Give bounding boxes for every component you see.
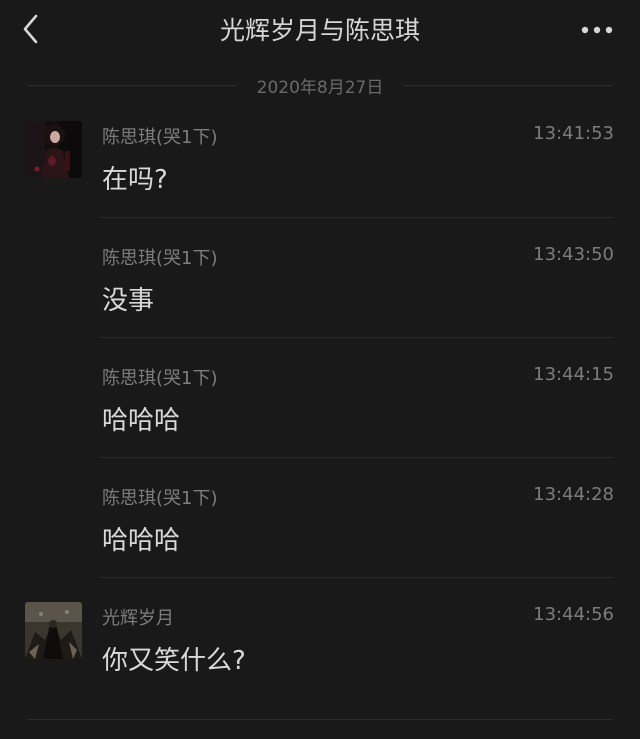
bottom-divider <box>27 719 613 720</box>
message-time: 13:41:53 <box>533 123 614 144</box>
divider-line <box>403 85 613 86</box>
message-separator <box>100 577 613 578</box>
chevron-left-icon <box>23 14 38 44</box>
sender-name: 陈思琪(哭1下) <box>102 488 218 509</box>
back-button[interactable] <box>14 12 50 48</box>
avatar[interactable] <box>25 121 82 178</box>
message-separator <box>100 217 613 218</box>
more-dots-icon <box>581 26 613 34</box>
message-separator <box>100 337 613 338</box>
message-item[interactable]: 陈思琪(哭1下) 13:43:50 没事 <box>0 242 640 338</box>
sender-name: 陈思琪(哭1下) <box>102 127 218 148</box>
more-button[interactable] <box>578 16 618 44</box>
message-text: 你又笑什么? <box>102 646 246 676</box>
message-text: 哈哈哈 <box>102 526 181 556</box>
message-time: 13:44:56 <box>533 604 614 625</box>
message-text: 在吗? <box>102 165 168 195</box>
sender-name: 光辉岁月 <box>102 608 174 629</box>
message-item[interactable]: 陈思琪(哭1下) 13:44:28 哈哈哈 <box>0 482 640 578</box>
message-time: 13:44:28 <box>533 484 614 505</box>
message-time: 13:43:50 <box>533 244 614 265</box>
message-item[interactable]: 陈思琪(哭1下) 13:41:53 在吗? <box>0 121 640 217</box>
message-item[interactable]: 光辉岁月 13:44:56 你又笑什么? <box>0 602 640 698</box>
chat-title: 光辉岁月与陈思琪 <box>219 16 420 45</box>
top-bar: 光辉岁月与陈思琪 <box>0 0 640 62</box>
message-separator <box>100 457 613 458</box>
message-text: 哈哈哈 <box>102 406 181 436</box>
message-text: 没事 <box>102 286 155 316</box>
message-item[interactable]: 陈思琪(哭1下) 13:44:15 哈哈哈 <box>0 362 640 458</box>
sender-name: 陈思琪(哭1下) <box>102 368 218 389</box>
sender-name: 陈思琪(哭1下) <box>102 248 218 269</box>
avatar[interactable] <box>25 602 82 659</box>
date-divider: 2020年8月27日 <box>27 72 613 98</box>
message-time: 13:44:15 <box>533 364 614 385</box>
